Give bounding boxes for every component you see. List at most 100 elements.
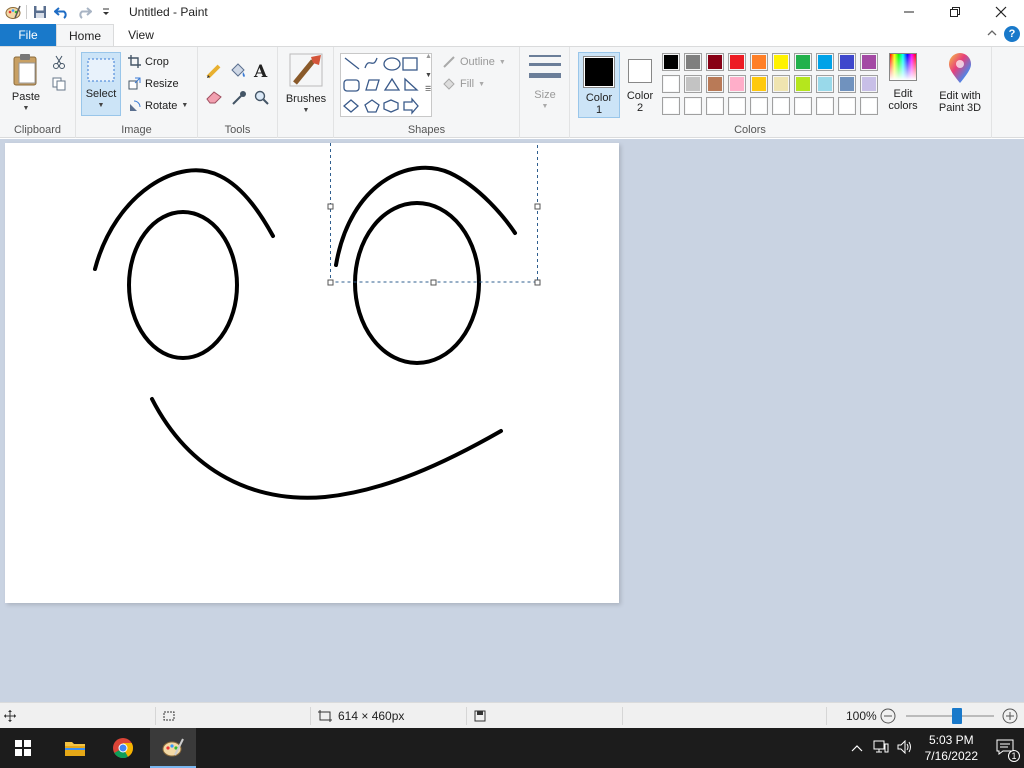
palette-swatch[interactable] <box>838 53 856 71</box>
edit-with-paint3d-button[interactable]: Edit with Paint 3D <box>932 53 988 114</box>
palette-swatch[interactable] <box>794 75 812 93</box>
palette-swatch[interactable] <box>706 75 724 93</box>
paste-button[interactable]: Paste ▼ <box>6 53 46 115</box>
shapes-scroll[interactable]: ▲ ▼ ☰ <box>425 53 435 117</box>
notifications-button[interactable]: 1 <box>986 739 1024 762</box>
redo-icon[interactable] <box>73 1 95 23</box>
palette-swatch[interactable] <box>706 97 724 115</box>
color-palette <box>662 53 882 119</box>
crop-icon <box>128 55 141 68</box>
palette-swatch[interactable] <box>860 53 878 71</box>
palette-swatch[interactable] <box>794 53 812 71</box>
title-bar: Untitled - Paint <box>0 0 1024 24</box>
taskbar: 5:03 PM 7/16/2022 1 <box>0 728 1024 768</box>
palette-swatch[interactable] <box>838 75 856 93</box>
palette-swatch[interactable] <box>772 53 790 71</box>
customize-qat-icon[interactable] <box>95 1 117 23</box>
color-picker-icon[interactable] <box>231 90 247 109</box>
palette-swatch[interactable] <box>816 75 834 93</box>
tab-view[interactable]: View <box>118 24 164 46</box>
outline-icon <box>443 56 455 68</box>
tab-file[interactable]: File <box>0 24 56 46</box>
collapse-ribbon-icon[interactable] <box>986 27 998 41</box>
palette-swatch[interactable] <box>662 75 680 93</box>
palette-swatch[interactable] <box>794 97 812 115</box>
palette-swatch[interactable] <box>860 97 878 115</box>
zoom-slider-thumb[interactable] <box>952 708 963 724</box>
color1-button[interactable]: Color 1 <box>578 52 620 118</box>
left-eyebrow <box>93 168 275 271</box>
edit-colors-button[interactable]: Edit colors <box>882 53 924 112</box>
workspace[interactable] <box>0 139 1024 702</box>
shapes-gallery[interactable] <box>340 53 432 117</box>
fill-bucket-icon[interactable] <box>229 63 247 82</box>
palette-swatch[interactable] <box>750 75 768 93</box>
chrome-button[interactable] <box>100 728 146 768</box>
help-icon[interactable]: ? <box>1004 26 1020 42</box>
rotate-button[interactable]: Rotate ▼ <box>128 99 188 112</box>
fill-icon <box>443 78 455 90</box>
save-icon[interactable] <box>29 1 51 23</box>
paint-taskbar-button[interactable] <box>150 728 196 768</box>
palette-swatch-color <box>664 55 678 69</box>
palette-swatch[interactable] <box>728 53 746 71</box>
select-label: Select <box>85 88 117 100</box>
file-explorer-button[interactable] <box>52 728 98 768</box>
drawing-canvas[interactable] <box>5 141 619 603</box>
cut-icon[interactable] <box>52 55 66 72</box>
size-button[interactable]: Size ▼ <box>526 53 564 113</box>
outline-button[interactable]: Outline ▼ <box>442 55 506 69</box>
palette-swatch[interactable] <box>860 75 878 93</box>
palette-swatch[interactable] <box>838 97 856 115</box>
start-button[interactable] <box>0 728 46 768</box>
maximize-button[interactable] <box>932 0 978 24</box>
color2-button[interactable]: Color 2 <box>622 55 658 114</box>
network-icon[interactable] <box>869 740 893 757</box>
window-title: Untitled - Paint <box>129 5 208 19</box>
show-hidden-icons[interactable] <box>845 741 869 755</box>
eraser-icon[interactable] <box>206 90 222 107</box>
crop-button[interactable]: Crop <box>128 55 169 68</box>
copy-icon[interactable] <box>52 77 66 94</box>
palette-swatch[interactable] <box>684 53 702 71</box>
palette-swatch-color <box>862 55 876 69</box>
zoom-in-button[interactable] <box>1002 703 1018 729</box>
palette-swatch[interactable] <box>684 97 702 115</box>
qat-separator <box>26 5 27 19</box>
zoom-slider[interactable] <box>906 708 994 724</box>
close-button[interactable] <box>978 0 1024 24</box>
left-eye <box>127 210 239 360</box>
paint-app-icon[interactable] <box>2 1 24 23</box>
tab-home[interactable]: Home <box>56 24 114 46</box>
pencil-icon[interactable] <box>206 63 222 82</box>
undo-icon[interactable] <box>51 1 73 23</box>
palette-swatch[interactable] <box>816 53 834 71</box>
magnifier-icon[interactable] <box>254 90 270 109</box>
palette-swatch[interactable] <box>816 97 834 115</box>
select-button[interactable]: Select ▼ <box>81 52 121 116</box>
palette-swatch[interactable] <box>728 75 746 93</box>
paste-icon <box>13 54 37 86</box>
clock[interactable]: 5:03 PM 7/16/2022 <box>917 732 986 764</box>
palette-swatch[interactable] <box>772 97 790 115</box>
palette-swatch-color <box>818 55 832 69</box>
palette-swatch[interactable] <box>706 53 724 71</box>
palette-swatch[interactable] <box>662 53 680 71</box>
palette-swatch[interactable] <box>772 75 790 93</box>
color2-number: 2 <box>636 102 644 114</box>
palette-swatch[interactable] <box>750 97 768 115</box>
palette-swatch[interactable] <box>728 97 746 115</box>
fill-label: Fill <box>460 78 475 90</box>
palette-swatch[interactable] <box>662 97 680 115</box>
zoom-out-button[interactable] <box>880 703 896 729</box>
text-tool-icon[interactable]: A <box>254 62 267 82</box>
minimize-button[interactable] <box>886 0 932 24</box>
status-bar: 614 × 460px 100% <box>0 702 1024 728</box>
volume-icon[interactable] <box>893 739 917 757</box>
brushes-button[interactable]: Brushes ▼ <box>284 53 328 117</box>
palette-swatch[interactable] <box>750 53 768 71</box>
resize-button[interactable]: Resize <box>128 77 179 90</box>
fill-button[interactable]: Fill ▼ <box>442 77 485 91</box>
palette-swatch[interactable] <box>684 75 702 93</box>
color2-swatch <box>628 59 652 83</box>
